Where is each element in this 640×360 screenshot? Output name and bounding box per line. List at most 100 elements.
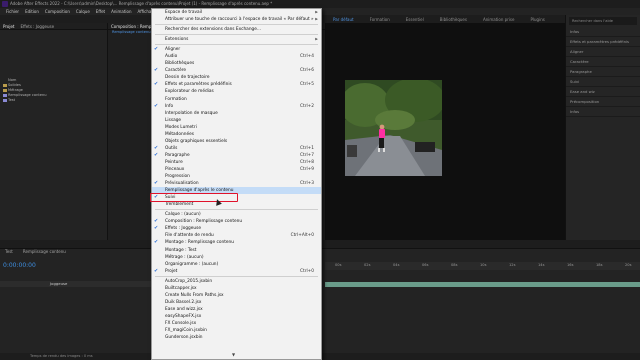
panel-effects-presets[interactable]: Effets et paramètres prédéfinis bbox=[566, 37, 640, 47]
project-preview-area bbox=[0, 30, 107, 78]
menu-item[interactable]: Explorateur de médias bbox=[152, 88, 321, 95]
menu-item[interactable]: Audio Ctrl+4 bbox=[152, 53, 321, 60]
layer-row[interactable]: Joggeuse bbox=[0, 281, 160, 287]
window-menu-dropdown: Espace de travail ▶ Attribuer une touche d… bbox=[151, 8, 322, 360]
menu-item-label: Paragraphe bbox=[165, 152, 190, 158]
workspace-tab[interactable]: Bibliothèques bbox=[432, 17, 475, 22]
tab-effects-controls[interactable]: Effets : Joggeuse bbox=[18, 24, 58, 29]
menu-item[interactable]: Tremblement bbox=[152, 201, 321, 208]
menu-item-shortcut: Ctrl+7 bbox=[300, 152, 314, 158]
menu-item-label: Projet bbox=[165, 268, 178, 274]
menu-calque[interactable]: Calque bbox=[73, 8, 93, 15]
menu-item[interactable]: Bibliothèques bbox=[152, 60, 321, 67]
menu-item[interactable]: ✔ Info Ctrl+2 bbox=[152, 103, 321, 110]
panel-infos[interactable]: Infos bbox=[566, 107, 640, 117]
menu-item[interactable]: Formation bbox=[152, 96, 321, 103]
menu-item[interactable]: Montage : Test bbox=[152, 247, 321, 254]
menu-item[interactable]: Duik Bassel.2.jsx bbox=[152, 299, 321, 306]
panel-paragraph[interactable]: Paragraphe bbox=[566, 67, 640, 77]
tab-timeline-test[interactable]: Test bbox=[0, 249, 18, 254]
menu-item[interactable]: FX_magiCoin.jsxbin bbox=[152, 327, 321, 334]
workspace-tab[interactable]: Par défaut bbox=[325, 17, 362, 22]
workspace-tab[interactable]: Animation prise bbox=[475, 17, 523, 22]
menu-item[interactable]: Builtcapper.jsx bbox=[152, 285, 321, 292]
menu-item[interactable]: ✔ Aligner bbox=[152, 46, 321, 53]
menu-item[interactable]: Interpolation de masque bbox=[152, 110, 321, 117]
window-title: Adobe After Effects 2022 - C:\Users\admi… bbox=[10, 1, 273, 6]
menu-item-shortcut: Ctrl+8 bbox=[300, 159, 314, 165]
menu-item-label: Calque : (aucun) bbox=[165, 212, 201, 218]
menu-item[interactable]: AutoCrop_2015.jsxbin bbox=[152, 278, 321, 285]
menu-item[interactable]: Pinceaux Ctrl+9 bbox=[152, 166, 321, 173]
menu-fichier[interactable]: Fichier bbox=[3, 8, 22, 15]
menu-item[interactable]: Organigramme : (aucun) bbox=[152, 261, 321, 268]
checkmark-icon: ✔ bbox=[154, 144, 159, 151]
menu-item[interactable]: Extensions ▶ bbox=[152, 36, 321, 43]
workspace-tab[interactable]: Essentiel bbox=[398, 17, 432, 22]
menu-item[interactable]: ✔ Projet Ctrl+0 bbox=[152, 268, 321, 275]
panel-info[interactable]: Infos bbox=[566, 27, 640, 37]
menu-separator bbox=[155, 209, 318, 211]
menu-item[interactable]: Create Nulls From Paths.jsx bbox=[152, 292, 321, 299]
menu-composition[interactable]: Composition bbox=[42, 8, 73, 15]
panel-align[interactable]: Aligner bbox=[566, 47, 640, 57]
menu-item[interactable]: Objets graphiques essentiels bbox=[152, 138, 321, 145]
panel-character[interactable]: Caractère bbox=[566, 57, 640, 67]
menu-item-label: Explorateur de médias bbox=[165, 89, 214, 95]
menu-scroll-down-icon[interactable]: ▼ bbox=[232, 352, 235, 357]
workspace-tab[interactable]: Plugins bbox=[522, 17, 552, 22]
menu-item[interactable]: Progression bbox=[152, 173, 321, 180]
ruler-mark: 08s bbox=[451, 263, 458, 267]
menu-item[interactable]: File d'attente de rendu Ctrl+Alt+0 bbox=[152, 232, 321, 239]
checkmark-icon: ✔ bbox=[154, 102, 159, 109]
menu-separator bbox=[155, 34, 318, 36]
menu-item[interactable]: Métrage : (aucun) bbox=[152, 254, 321, 261]
workspace-tab[interactable]: Formation bbox=[362, 17, 398, 22]
menu-item[interactable]: Calque : (aucun) bbox=[152, 211, 321, 218]
menu-item[interactable]: ✔ Composition : Remplissage contenu bbox=[152, 218, 321, 225]
menu-item[interactable]: Rechercher des extensions dans Exchange.… bbox=[152, 26, 321, 33]
menu-item[interactable]: Modes Lumetri bbox=[152, 124, 321, 131]
help-search-input[interactable]: Rechercher dans l'aide bbox=[569, 17, 637, 25]
menu-item[interactable]: Dessin de trajectoire bbox=[152, 74, 321, 81]
menu-item-label: Métadonnées bbox=[165, 131, 194, 137]
time-ruler[interactable]: 00s 02s 04s 06s 08s 10s 12s 14s 16s 18s 20s bbox=[325, 262, 640, 270]
menu-item[interactable]: ✔ Effets et paramètres prédéfinis Ctrl+5 bbox=[152, 81, 321, 88]
timecode-display[interactable]: 0:00:00:00 bbox=[3, 262, 36, 269]
menu-item-label: Attribuer une touche de raccourci à l'es… bbox=[165, 17, 314, 23]
menu-item[interactable]: Gunderson.jsxbin bbox=[152, 334, 321, 341]
menu-item[interactable]: ✔ Prévisualisation Ctrl+3 bbox=[152, 180, 321, 187]
menu-edition[interactable]: Edition bbox=[22, 8, 42, 15]
menu-item[interactable]: ✔ Caractère Ctrl+6 bbox=[152, 67, 321, 74]
project-item-test[interactable]: Test bbox=[0, 98, 107, 103]
tab-project[interactable]: Projet bbox=[0, 24, 18, 29]
menu-item[interactable]: Ease and wizz.jsx bbox=[152, 306, 321, 313]
project-item-list: Nom Solides Métrage Remplissage contenu … bbox=[0, 78, 107, 103]
panel-ease-and-wiz[interactable]: Ease and wiz bbox=[566, 87, 640, 97]
menu-item[interactable]: Lissage bbox=[152, 117, 321, 124]
tab-timeline-remplissage[interactable]: Remplissage contenu bbox=[18, 249, 71, 254]
panel-tracker[interactable]: Suivi bbox=[566, 77, 640, 87]
panel-precompose[interactable]: Précomposition bbox=[566, 97, 640, 107]
menu-item[interactable]: Peinture Ctrl+8 bbox=[152, 159, 321, 166]
menu-item[interactable]: ✔ Outils Ctrl+1 bbox=[152, 145, 321, 152]
menu-effet[interactable]: Effet bbox=[93, 8, 108, 15]
checkmark-icon: ✔ bbox=[154, 46, 159, 53]
project-tabs: Projet Effets : Joggeuse bbox=[0, 23, 107, 30]
menu-item[interactable]: Espace de travail ▶ bbox=[152, 9, 321, 16]
menu-item[interactable]: ✔ Paragraphe Ctrl+7 bbox=[152, 152, 321, 159]
menu-item[interactable]: ✔ Effets : Joggeuse bbox=[152, 225, 321, 232]
menu-item-label: Peinture bbox=[165, 159, 183, 165]
menu-item[interactable]: easyShapeFX.jsx bbox=[152, 313, 321, 320]
menu-item[interactable]: Attribuer une touche de raccourci à l'es… bbox=[152, 16, 321, 23]
menu-item[interactable]: FX Console.jsx bbox=[152, 320, 321, 327]
menu-item-label: Montage : Remplissage contenu bbox=[165, 240, 235, 246]
menu-item[interactable]: ✔ Montage : Remplissage contenu bbox=[152, 239, 321, 246]
menu-animation[interactable]: Animation bbox=[108, 8, 134, 15]
menu-item[interactable]: Métadonnées bbox=[152, 131, 321, 138]
checkmark-icon: ✔ bbox=[154, 151, 159, 158]
window-titlebar: Adobe After Effects 2022 - C:\Users\admi… bbox=[0, 0, 640, 8]
ruler-mark: 04s bbox=[393, 263, 400, 267]
menu-separator bbox=[155, 24, 318, 26]
layer-duration-bar[interactable] bbox=[325, 282, 640, 287]
